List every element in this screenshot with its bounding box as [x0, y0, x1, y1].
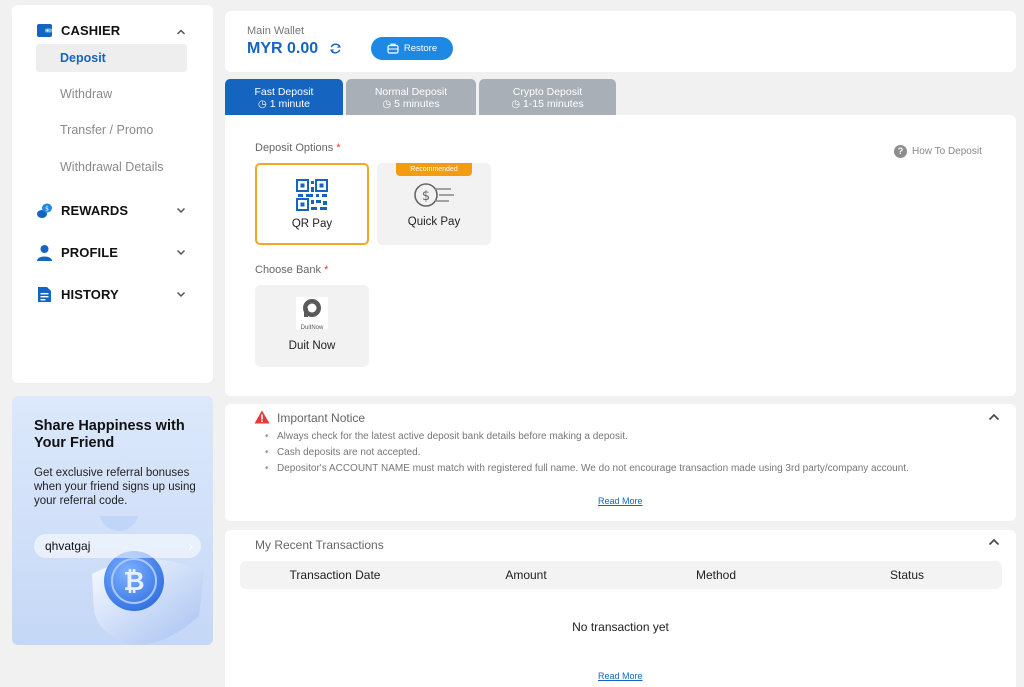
- referral-description: Get exclusive referral bonuses when your…: [34, 467, 196, 507]
- clock-icon: ◷: [511, 99, 521, 110]
- sidebar-section-rewards[interactable]: $ REWARDS: [36, 202, 128, 219]
- notice-item: Always check for the latest active depos…: [265, 431, 967, 443]
- wallet-restore-icon: [387, 43, 399, 54]
- qr-code-icon: [296, 179, 328, 211]
- svg-text:₿: ₿: [123, 567, 144, 597]
- sidebar-section-label: HISTORY: [61, 287, 119, 302]
- notice-list: Always check for the latest active depos…: [265, 431, 967, 479]
- important-notice: Important Notice Always check for the la…: [225, 404, 1016, 521]
- chevron-up-icon[interactable]: [176, 27, 186, 37]
- wallet-icon: [36, 22, 53, 39]
- deposit-option-qr-pay[interactable]: QR Pay: [255, 163, 369, 245]
- duitnow-logo: DuitNow: [296, 297, 328, 331]
- wallet-label: Main Wallet: [247, 25, 305, 37]
- sidebar-item-deposit[interactable]: Deposit: [36, 44, 187, 72]
- sidebar-section-history[interactable]: HISTORY: [36, 286, 119, 303]
- wallet-bar: Main Wallet MYR 0.00 Restore: [225, 11, 1016, 72]
- coins-icon: $: [36, 202, 53, 219]
- sidebar-item-withdraw[interactable]: Withdraw: [36, 80, 187, 108]
- restore-button[interactable]: Restore: [371, 37, 453, 60]
- chevron-down-icon[interactable]: [176, 247, 186, 257]
- recommended-badge: Recommended: [396, 163, 472, 176]
- column-header-amount: Amount: [505, 568, 547, 582]
- notice-title: Important Notice: [277, 411, 366, 425]
- sidebar-section-label: REWARDS: [61, 203, 129, 218]
- tab-crypto-deposit[interactable]: Crypto Deposit ◷ 1-15 minutes: [479, 79, 616, 115]
- chevron-down-icon[interactable]: [176, 289, 186, 299]
- help-icon: ?: [894, 145, 907, 158]
- tab-fast-deposit[interactable]: Fast Deposit ◷ 1 minute: [225, 79, 343, 115]
- wallet-balance: MYR 0.00: [247, 40, 319, 57]
- how-to-deposit-link[interactable]: ? How To Deposit: [894, 145, 982, 158]
- notice-item: Cash deposits are not accepted.: [265, 447, 967, 459]
- sidebar-section-label: CASHIER: [61, 23, 121, 38]
- warning-icon: [254, 410, 270, 424]
- duitnow-icon: [303, 299, 321, 317]
- sidebar-section-label: PROFILE: [61, 245, 119, 260]
- transactions-title: My Recent Transactions: [255, 538, 384, 552]
- chevron-down-icon[interactable]: [176, 205, 186, 215]
- refresh-icon[interactable]: [329, 42, 342, 55]
- clock-icon: ◷: [382, 99, 392, 110]
- referral-code: qhvatgaj: [45, 539, 91, 553]
- referral-card: ₿ Share Happiness with Your Friend Get e…: [12, 396, 213, 645]
- column-header-date: Transaction Date: [289, 568, 381, 582]
- svg-text:$: $: [45, 206, 49, 213]
- notice-read-more-link[interactable]: Read More: [598, 496, 643, 506]
- notice-item: Depositor's ACCOUNT NAME must match with…: [265, 463, 967, 475]
- sidebar-item-transfer-promo[interactable]: Transfer / Promo: [36, 116, 187, 144]
- empty-state-message: No transaction yet: [572, 620, 669, 634]
- recent-transactions: My Recent Transactions Transaction Date …: [225, 530, 1016, 687]
- deposit-panel: Deposit Options * ? How To Deposit QR Pa…: [225, 115, 1016, 396]
- chevron-up-icon[interactable]: [988, 413, 1000, 421]
- chevron-right-icon[interactable]: ›: [188, 534, 193, 558]
- sidebar-section-profile[interactable]: PROFILE: [36, 244, 118, 261]
- document-icon: [36, 286, 53, 303]
- sidebar-item-withdrawal-details[interactable]: Withdrawal Details: [36, 153, 187, 181]
- column-header-status: Status: [889, 568, 925, 582]
- transactions-read-more-link[interactable]: Read More: [598, 671, 643, 681]
- choose-bank-label: Choose Bank *: [255, 264, 329, 276]
- referral-code-field[interactable]: qhvatgaj ›: [34, 534, 201, 558]
- clock-icon: ◷: [258, 99, 267, 110]
- sidebar-section-cashier[interactable]: CASHIER: [36, 22, 120, 39]
- referral-title: Share Happiness with Your Friend: [34, 418, 185, 451]
- sidebar: CASHIER Deposit Withdraw Transfer / Prom…: [12, 5, 213, 383]
- column-header-method: Method: [695, 568, 737, 582]
- tab-normal-deposit[interactable]: Normal Deposit ◷ 5 minutes: [346, 79, 476, 115]
- fast-money-icon: $: [414, 183, 454, 207]
- deposit-option-quick-pay[interactable]: Recommended $ Quick Pay: [377, 163, 491, 245]
- transactions-table-header: Transaction Date Amount Method Status: [240, 561, 1002, 589]
- chevron-up-icon[interactable]: [988, 538, 1000, 546]
- bank-option-duitnow[interactable]: DuitNow Duit Now: [255, 285, 369, 367]
- svg-text:$: $: [422, 189, 430, 204]
- user-icon: [36, 244, 53, 261]
- deposit-options-label: Deposit Options *: [255, 142, 341, 154]
